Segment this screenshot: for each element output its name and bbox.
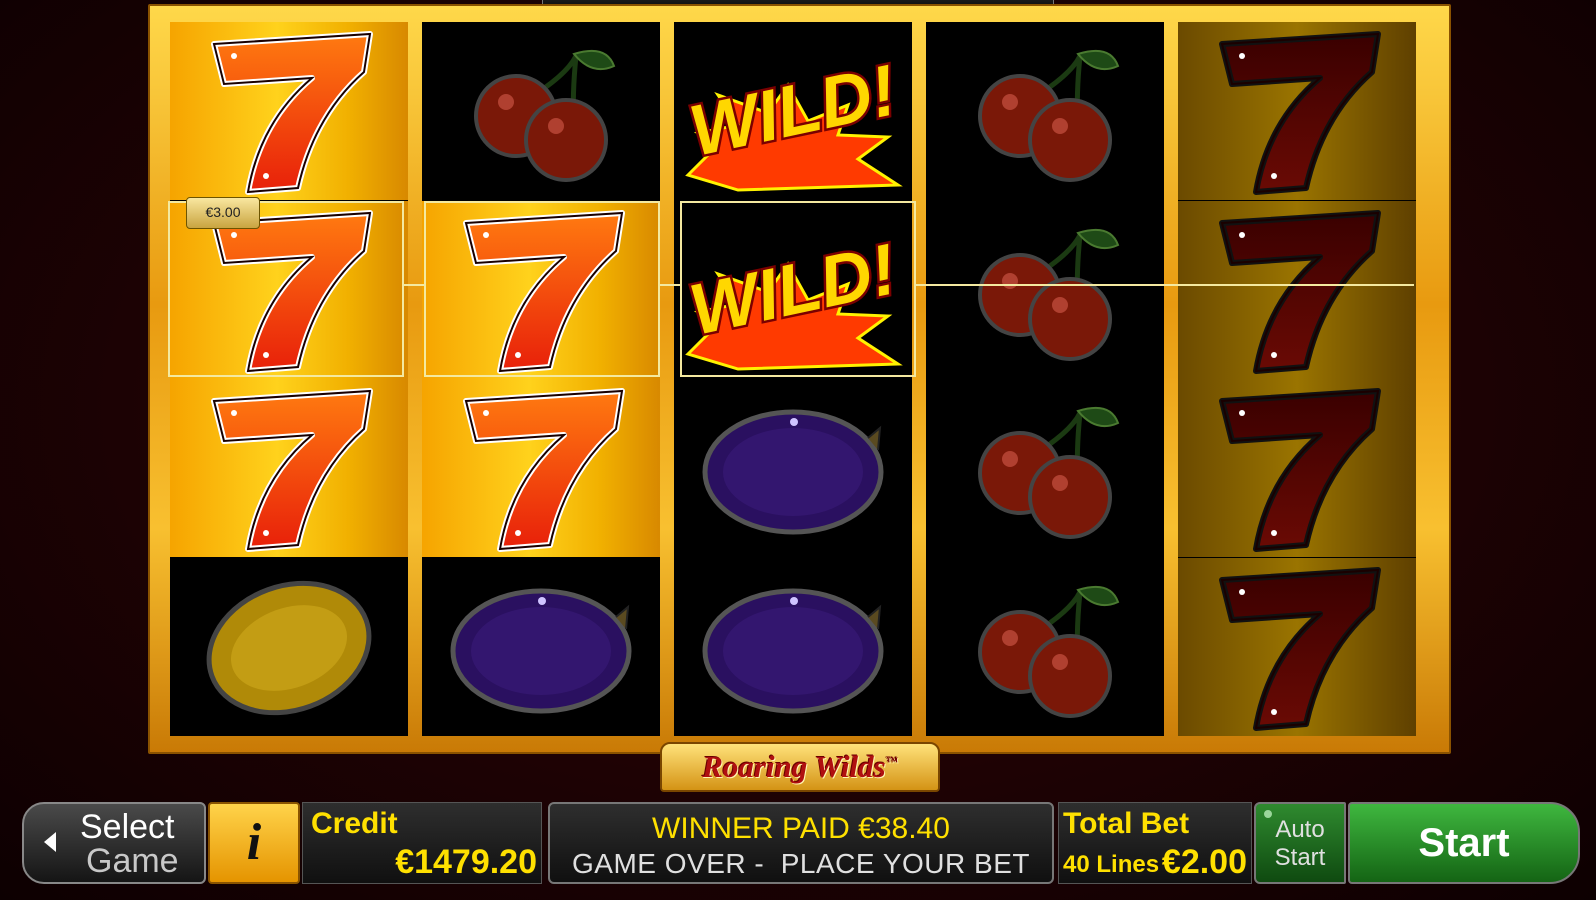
- plum-symbol: [674, 379, 912, 557]
- reel-4: [926, 22, 1164, 736]
- winner-message: WINNER PAID €38.40: [652, 812, 950, 845]
- message-panel: WINNER PAID €38.40 GAME OVER - PLACE YOU…: [548, 802, 1054, 884]
- total-bet-panel[interactable]: Total Bet 40 Lines €2.00: [1058, 802, 1252, 884]
- trademark: ™: [885, 754, 898, 769]
- credit-panel: Credit €1479.20: [302, 802, 542, 884]
- status-message: GAME OVER - PLACE YOUR BET: [572, 848, 1030, 879]
- seven-symbol: [170, 379, 408, 557]
- payline-connector-2: [660, 284, 680, 286]
- total-bet-label: Total Bet: [1063, 807, 1190, 840]
- total-bet-value: €2.00: [1161, 843, 1247, 881]
- game-title-text: Roaring Wilds: [702, 749, 886, 784]
- arrow-left-icon: [44, 832, 56, 852]
- cherry-symbol: [926, 201, 1164, 379]
- lemon-symbol: [170, 558, 408, 736]
- credit-label: Credit: [311, 807, 398, 840]
- cherry-symbol: [926, 379, 1164, 557]
- game-title: Roaring Wilds™: [702, 749, 898, 785]
- credit-value: €1479.20: [395, 843, 537, 881]
- seven-symbol: [1178, 200, 1416, 379]
- seven-symbol: [170, 22, 408, 200]
- seven-symbol: [422, 200, 660, 379]
- seven-symbol: [422, 379, 660, 557]
- select-game-label-2: Game: [86, 842, 179, 880]
- game-logo: Roaring Wilds™: [660, 742, 940, 792]
- seven-symbol: [1178, 557, 1416, 736]
- payline-segment: [914, 284, 1414, 286]
- reel-1: [170, 22, 408, 736]
- select-game-button[interactable]: Select Game: [22, 802, 206, 884]
- payline-connector-1: [404, 284, 424, 286]
- cherry-symbol: [926, 22, 1164, 200]
- reel-5: [1178, 22, 1416, 736]
- seven-symbol: [1178, 379, 1416, 557]
- cherry-symbol: [422, 22, 660, 200]
- reel-frame: WILD! WILD!: [148, 4, 1451, 754]
- wild-symbol: WILD!: [674, 22, 912, 200]
- line-win-amount: €3.00: [186, 197, 260, 229]
- auto-start-label-1: Auto: [1275, 816, 1325, 843]
- reel-2: [422, 22, 660, 736]
- auto-start-button[interactable]: Auto Start: [1254, 802, 1346, 884]
- info-button[interactable]: i: [208, 802, 300, 884]
- lines-count: 40 Lines: [1063, 851, 1160, 878]
- auto-start-label-2: Start: [1274, 844, 1326, 871]
- cherry-symbol: [926, 558, 1164, 736]
- reel-3: WILD! WILD!: [674, 22, 912, 736]
- wild-symbol: WILD!: [674, 201, 912, 379]
- plum-symbol: [422, 558, 660, 736]
- start-button[interactable]: Start: [1348, 802, 1580, 884]
- info-icon: i: [246, 814, 262, 871]
- seven-symbol: [1178, 22, 1416, 200]
- plum-symbol: [674, 558, 912, 736]
